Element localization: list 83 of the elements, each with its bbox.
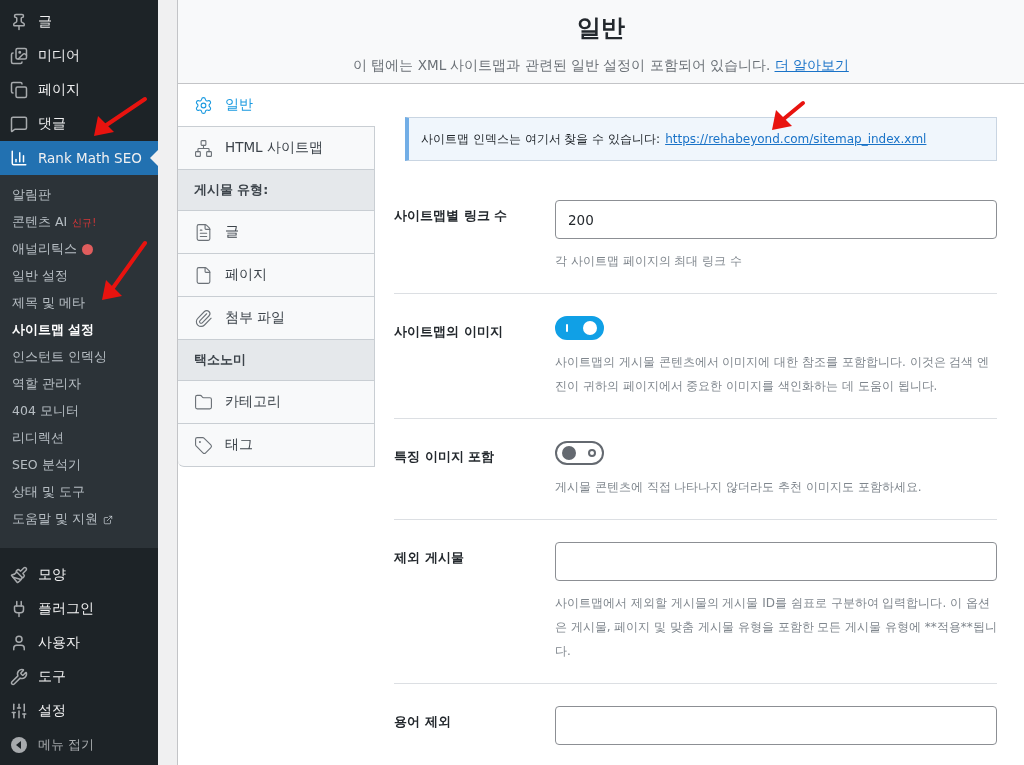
setting-description: 각 사이트맵 페이지의 최대 링크 수 <box>555 253 744 270</box>
toggle-switch[interactable] <box>555 441 604 465</box>
menu-item[interactable]: 도구 <box>0 660 158 694</box>
document-icon <box>194 222 213 242</box>
toggle-switch[interactable] <box>555 316 604 340</box>
collapse-icon <box>10 736 28 754</box>
speech-bubble-icon <box>10 115 28 133</box>
tab-group-heading: 게시물 유형: <box>178 169 374 210</box>
menu-item[interactable]: 사용자 <box>0 626 158 660</box>
annotation-arrow <box>92 96 148 138</box>
submenu-label: 제목 및 메타 <box>12 295 85 312</box>
submenu-label: 인스턴트 인덱싱 <box>12 349 107 366</box>
menu-item[interactable]: 모양 <box>0 558 158 592</box>
submenu-label: 상태 및 도구 <box>12 484 85 501</box>
submenu-item[interactable]: 인스턴트 인덱싱 <box>0 344 158 371</box>
tab[interactable]: 페이지 <box>178 253 374 296</box>
sitemap-link[interactable]: https://rehabeyond.com/sitemap_index.xml <box>665 132 927 146</box>
submenu-label: 콘텐츠 AI <box>12 214 68 231</box>
bar-chart-icon <box>10 149 28 167</box>
menu-item[interactable]: 글 <box>0 5 158 39</box>
notice-text: 사이트맵 인덱스는 여기서 찾을 수 있습니다: <box>421 130 661 148</box>
submenu-item[interactable]: 일반 설정 <box>0 263 158 290</box>
tag-icon <box>194 435 213 455</box>
sitemap-icon <box>194 138 213 158</box>
submenu-item[interactable]: 제목 및 메타 <box>0 290 158 317</box>
submenu-item[interactable]: SEO 분석기 <box>0 452 158 479</box>
submenu-label: 애널리틱스 <box>12 241 77 258</box>
tab[interactable]: 태그 <box>178 423 374 466</box>
setting-description: 게시물 콘텐츠에 직접 나타나지 않더라도 추천 이미지도 포함하세요. <box>555 479 923 496</box>
submenu-item[interactable]: 콘텐츠 AI 신규! <box>0 209 158 236</box>
tab-group-heading: 택소노미 <box>178 339 374 380</box>
page-title: 일반 <box>577 13 625 44</box>
paintbrush-icon <box>10 566 28 584</box>
user-icon <box>10 634 28 652</box>
menu-item[interactable]: 메뉴 접기 <box>0 728 158 762</box>
setting-description: 사이트맵에서 제외할 게시물의 게시물 ID를 쉼표로 구분하여 입력합니다. 이 옵션은 게시물, 페이지 및 맞춤 게시물 유형을 포함한 모든 게시물 유형에 **적용**됩니다. <box>555 595 997 660</box>
setting-label: 사이트맵별 링크 수 <box>394 207 509 225</box>
paperclip-icon <box>194 308 213 328</box>
submenu-label: 역할 관리자 <box>12 376 81 393</box>
tab[interactable]: 카테고리 <box>178 380 374 423</box>
submenu-item[interactable]: 리디렉션 <box>0 425 158 452</box>
menu-item[interactable]: 댓글 <box>0 107 158 141</box>
pin-icon <box>10 13 28 31</box>
menu-item[interactable]: 페이지 <box>0 73 158 107</box>
setting-label: 제외 게시물 <box>394 549 465 567</box>
input-field[interactable]: 200 <box>555 200 997 239</box>
submenu-item[interactable]: 역할 관리자 <box>0 371 158 398</box>
submenu-label: SEO 분석기 <box>12 457 81 474</box>
submenu-item[interactable]: 알림판 <box>0 182 158 209</box>
setting-label: 특징 이미지 포함 <box>394 448 496 466</box>
tab[interactable]: 글 <box>178 210 374 253</box>
submenu-label: 알림판 <box>12 187 51 204</box>
annotation-arrow <box>770 100 806 132</box>
page-icon <box>194 265 213 285</box>
pages-icon <box>10 81 28 99</box>
menu-item[interactable]: 플러그인 <box>0 592 158 626</box>
submenu-label: 일반 설정 <box>12 268 68 285</box>
submenu-label: 도움말 및 지원 <box>12 511 98 528</box>
input-field[interactable] <box>555 706 997 745</box>
settings-icon <box>194 95 213 115</box>
menu-item[interactable]: 설정 <box>0 694 158 728</box>
submenu-item[interactable]: 사이트맵 설정 <box>0 317 158 344</box>
images-icon <box>10 47 28 65</box>
annotation-arrow <box>100 240 148 302</box>
folder-icon <box>194 392 213 412</box>
submenu-label: 404 모니터 <box>12 403 79 420</box>
input-field[interactable] <box>555 542 997 581</box>
submenu-item[interactable]: 404 모니터 <box>0 398 158 425</box>
setting-label: 사이트맵의 이미지 <box>394 323 504 341</box>
setting-description: 사이트맵의 게시물 콘텐츠에서 이미지에 대한 참조를 포함합니다. 이것은 검색 엔진이 귀하의 페이지에서 중요한 이미지를 색인화하는 데 도움이 됩니다. <box>555 354 991 395</box>
submenu-item[interactable]: 상태 및 도구 <box>0 479 158 506</box>
submenu-label: 사이트맵 설정 <box>12 322 95 339</box>
menu-item[interactable]: Rank Math SEO <box>0 141 158 175</box>
wrench-icon <box>10 668 28 686</box>
learn-more-link[interactable]: 더 알아보기 <box>774 57 849 73</box>
page-description: 이 탭에는 XML 사이트맵과 관련된 일반 설정이 포함되어 있습니다. 더 알아보기 <box>353 57 849 75</box>
submenu-item[interactable]: 도움말 및 지원 <box>0 506 158 533</box>
submenu-item[interactable]: 애널리틱스 <box>0 236 158 263</box>
setting-label: 용어 제외 <box>394 713 452 731</box>
new-label: 신규! <box>72 215 97 230</box>
submenu-label: 리디렉션 <box>12 430 64 447</box>
menu-item[interactable]: 미디어 <box>0 39 158 73</box>
sliders-icon <box>10 702 28 720</box>
